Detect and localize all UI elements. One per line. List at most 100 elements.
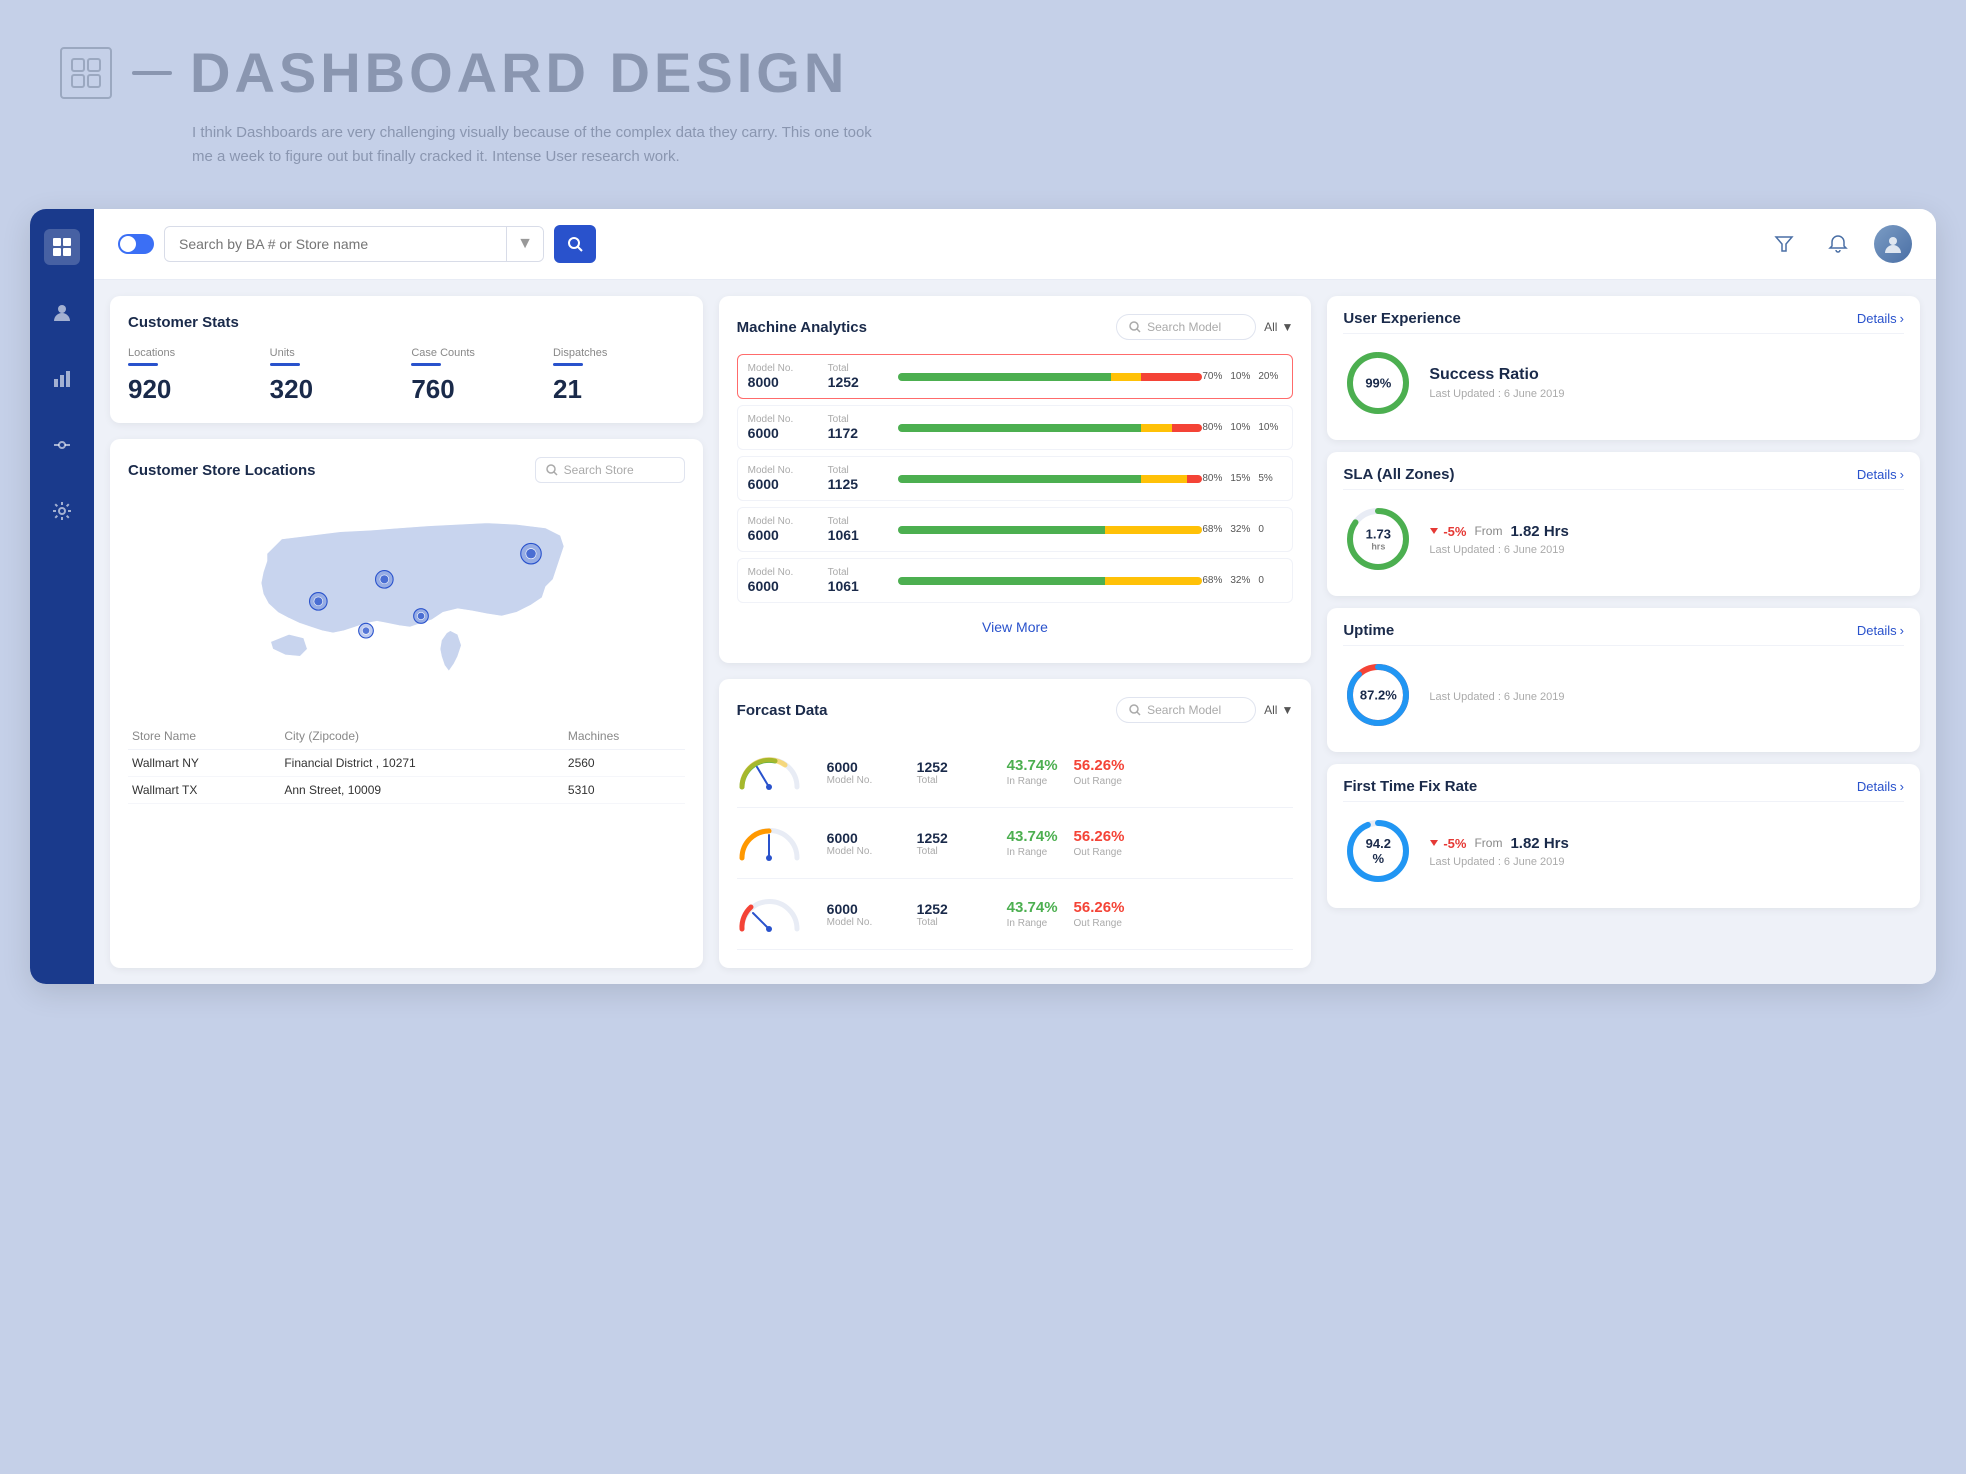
ftfr-value: 94.2 % (1361, 836, 1396, 866)
ux-header: User Experience Details › (1343, 310, 1904, 327)
notification-button[interactable] (1820, 226, 1856, 262)
sidebar-item-user[interactable] (44, 295, 80, 331)
forecast-gauge-0 (737, 747, 817, 797)
forecast-row-0: 6000 Model No. 1252 Total 43.74% In Ran (737, 737, 1294, 808)
ftfr-details-link[interactable]: Details › (1857, 779, 1904, 794)
stat-dispatches-label: Dispatches (553, 347, 685, 359)
sidebar-item-grid[interactable] (44, 229, 80, 265)
forecast-pcts-2: 43.74% In Range 56.26% Out Range (1007, 899, 1294, 929)
uptime-donut: 87.2% (1343, 660, 1413, 730)
stat-dispatches-value: 21 (553, 374, 685, 405)
sla-card: SLA (All Zones) Details › (1327, 452, 1920, 596)
table-row: Wallmart TX Ann Street, 10009 5310 (128, 777, 685, 804)
stat-case-counts: Case Counts 760 (411, 347, 543, 405)
forecast-filter-dropdown[interactable]: All ▼ (1264, 703, 1293, 717)
filter-button[interactable] (1766, 226, 1802, 262)
success-ratio-label: Success Ratio (1429, 366, 1904, 384)
sla-change: -5% (1429, 524, 1466, 539)
analytics-row-1: Model No. 6000 Total 1172 (737, 405, 1294, 450)
store-locations-title: Customer Store Locations (128, 462, 316, 479)
first-time-fix-card: First Time Fix Rate Details › (1327, 764, 1920, 908)
bar-2 (898, 475, 1203, 483)
stat-dispatches: Dispatches 21 (553, 347, 685, 405)
sla-details-link[interactable]: Details › (1857, 467, 1904, 482)
forecast-total-0: 1252 Total (917, 759, 997, 786)
search-input[interactable] (165, 228, 506, 260)
success-ratio-updated: Last Updated : 6 June 2019 (1429, 388, 1904, 400)
forecast-model-2: 6000 Model No. (827, 901, 907, 928)
search-dropdown[interactable]: ▼ (506, 227, 543, 261)
forecast-title: Forcast Data (737, 702, 828, 719)
bar-3 (898, 526, 1203, 534)
stat-case-counts-value: 760 (411, 374, 543, 405)
uptime-info: Last Updated : 6 June 2019 (1429, 687, 1904, 703)
forecast-model-1: 6000 Model No. (827, 830, 907, 857)
forecast-search[interactable]: Search Model (1116, 697, 1256, 723)
map-search[interactable]: Search Store (535, 457, 685, 483)
right-column: User Experience Details › (1327, 296, 1920, 968)
avatar[interactable] (1874, 225, 1912, 263)
forecast-row-2: 6000 Model No. 1252 Total 43.74% In Ran (737, 879, 1294, 950)
forecast-list: 6000 Model No. 1252 Total 43.74% In Ran (737, 737, 1294, 950)
stat-case-counts-label: Case Counts (411, 347, 543, 359)
uptime-updated: Last Updated : 6 June 2019 (1429, 691, 1904, 703)
machine-analytics-card: Machine Analytics Search Model All (719, 296, 1312, 663)
uptime-row: 87.2% Last Updated : 6 June 2019 (1343, 652, 1904, 738)
model-info-0: Model No. 8000 (748, 363, 828, 390)
usa-map (128, 495, 685, 715)
sidebar-item-link[interactable] (44, 427, 80, 463)
top-bar-right (1766, 225, 1912, 263)
success-ratio-donut: 99% (1343, 348, 1413, 418)
left-column: Customer Stats Locations 920 Units 320 (110, 296, 703, 968)
table-row: Wallmart NY Financial District , 10271 2… (128, 750, 685, 777)
analytics-row-4: Model No. 6000 Total 1061 (737, 558, 1294, 603)
uptime-card: Uptime Details › 87.2% (1327, 608, 1920, 752)
store-machines-0: 2560 (564, 750, 685, 777)
forecast-pcts-1: 43.74% In Range 56.26% Out Range (1007, 828, 1294, 858)
view-more-button[interactable]: View More (737, 609, 1294, 645)
bar-pcts-1: 80% 10% 10% (1202, 422, 1282, 433)
stat-units-bar (270, 363, 300, 366)
sidebar (30, 209, 94, 984)
stat-units-label: Units (270, 347, 402, 359)
store-col-machines: Machines (564, 723, 685, 750)
stat-units-value: 320 (270, 374, 402, 405)
ftfr-change: -5% (1429, 836, 1466, 851)
sla-donut: 1.73 hrs (1343, 504, 1413, 574)
forecast-search-placeholder: Search Model (1147, 703, 1221, 717)
store-machines-1: 5310 (564, 777, 685, 804)
sla-info: -5% From 1.82 Hrs Last Updated : 6 June … (1429, 523, 1904, 556)
stat-dispatches-bar (553, 363, 583, 366)
search-input-wrap: ▼ (164, 226, 544, 262)
logo-icon (60, 47, 112, 99)
store-col-name: Store Name (128, 723, 280, 750)
search-button[interactable] (554, 225, 596, 263)
bar-0 (898, 373, 1203, 381)
uptime-title: Uptime (1343, 622, 1394, 639)
top-bar: ▼ (94, 209, 1936, 280)
bar-pcts-0: 70% 10% 20% (1202, 371, 1282, 382)
sla-title: SLA (All Zones) (1343, 466, 1454, 483)
user-experience-card: User Experience Details › (1327, 296, 1920, 440)
ux-title: User Experience (1343, 310, 1461, 327)
ux-details-link[interactable]: Details › (1857, 311, 1904, 326)
store-name-0: Wallmart NY (128, 750, 280, 777)
sla-value: 1.73 hrs (1366, 527, 1391, 552)
search-toggle[interactable] (118, 234, 154, 254)
sidebar-item-chart[interactable] (44, 361, 80, 397)
forecast-card: Forcast Data Search Model All (719, 679, 1312, 968)
store-table: Store Name City (Zipcode) Machines Wallm… (128, 723, 685, 804)
analytics-search-placeholder: Search Model (1147, 320, 1221, 334)
sla-row: 1.73 hrs -5% From 1.82 Hr (1343, 496, 1904, 582)
stat-locations-bar (128, 363, 158, 366)
analytics-filter-dropdown[interactable]: All ▼ (1264, 320, 1293, 334)
analytics-search[interactable]: Search Model (1116, 314, 1256, 340)
stat-locations: Locations 920 (128, 347, 260, 405)
ftfr-updated: Last Updated : 6 June 2019 (1429, 856, 1904, 868)
ftfr-header: First Time Fix Rate Details › (1343, 778, 1904, 795)
uptime-details-link[interactable]: Details › (1857, 623, 1904, 638)
store-locations-card: Customer Store Locations Search Store (110, 439, 703, 968)
ftfr-title: First Time Fix Rate (1343, 778, 1477, 795)
sidebar-item-settings[interactable] (44, 493, 80, 529)
bar-pcts-4: 68% 32% 0 (1202, 575, 1282, 586)
